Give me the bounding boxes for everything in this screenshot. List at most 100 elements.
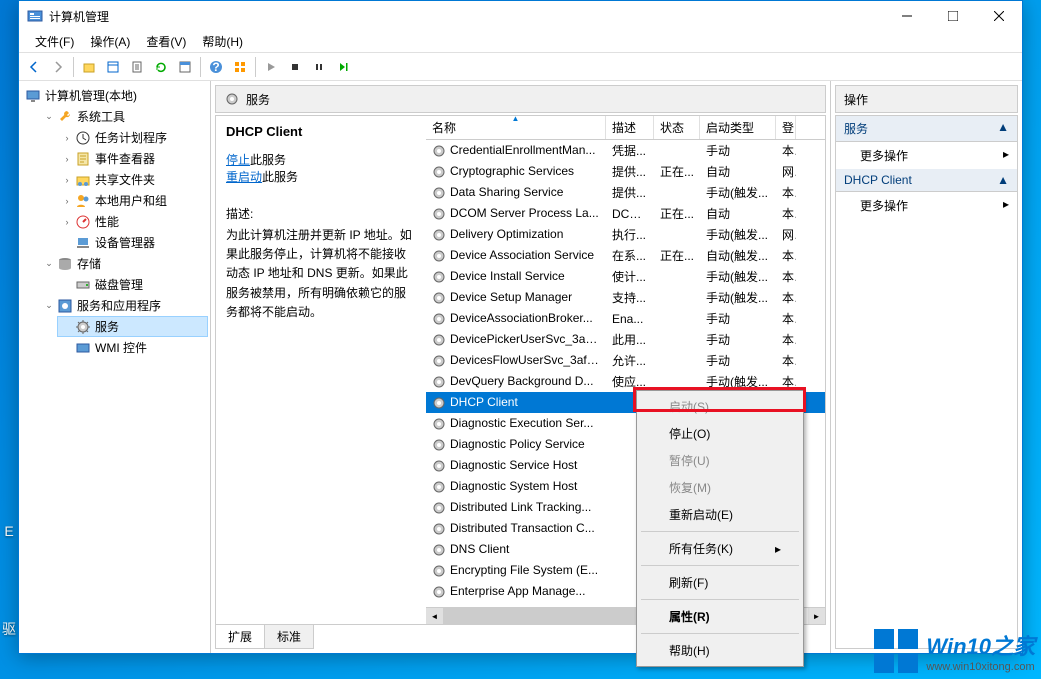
back-button[interactable] bbox=[23, 56, 45, 78]
minimize-button[interactable] bbox=[884, 1, 930, 31]
gear-icon bbox=[432, 333, 446, 347]
watermark-title: Win10之家 bbox=[926, 629, 1035, 661]
service-row[interactable]: Device Association Service在系...正在...自动(触… bbox=[426, 245, 825, 266]
menu-file[interactable]: 文件(F) bbox=[27, 31, 82, 52]
refresh-button[interactable] bbox=[150, 56, 172, 78]
event-icon bbox=[75, 151, 91, 167]
cm-stop[interactable]: 停止(O) bbox=[639, 420, 801, 447]
tree-event-viewer[interactable]: ›事件查看器 bbox=[57, 148, 208, 169]
tree-panel[interactable]: 计算机管理(本地) ⌄ 系统工具 ›任务计划程序 ›事件查看器 ›共享文件夹 ›… bbox=[19, 81, 211, 653]
col-login[interactable]: 登 bbox=[776, 116, 796, 139]
cm-help[interactable]: 帮助(H) bbox=[639, 637, 801, 664]
svg-text:?: ? bbox=[212, 60, 219, 74]
action-section-dhcp[interactable]: DHCP Client▲ bbox=[836, 169, 1017, 192]
col-startup[interactable]: 启动类型 bbox=[700, 116, 776, 139]
gear-icon bbox=[432, 228, 446, 242]
menu-help[interactable]: 帮助(H) bbox=[194, 31, 251, 52]
gear-icon bbox=[432, 186, 446, 200]
service-row[interactable]: DeviceAssociationBroker...Ena...手动本 bbox=[426, 308, 825, 329]
collapse-icon[interactable]: ⌄ bbox=[43, 111, 55, 123]
expand-icon[interactable]: › bbox=[61, 132, 73, 144]
forward-button[interactable] bbox=[47, 56, 69, 78]
service-row[interactable]: DevQuery Background D...使应...手动(触发...本 bbox=[426, 371, 825, 392]
export-button[interactable] bbox=[126, 56, 148, 78]
up-button[interactable] bbox=[78, 56, 100, 78]
stop-service-button[interactable] bbox=[284, 56, 306, 78]
service-row[interactable]: Data Sharing Service提供...手动(触发...本 bbox=[426, 182, 825, 203]
collapse-icon: ▲ bbox=[997, 173, 1009, 187]
properties-button[interactable] bbox=[174, 56, 196, 78]
service-row[interactable]: Delivery Optimization执行...手动(触发...网 bbox=[426, 224, 825, 245]
scroll-thumb[interactable] bbox=[443, 608, 662, 624]
cm-properties[interactable]: 属性(R) bbox=[639, 603, 801, 630]
service-row[interactable]: DCOM Server Process La...DCO...正在...自动本 bbox=[426, 203, 825, 224]
expand-icon[interactable]: › bbox=[61, 174, 73, 186]
close-button[interactable] bbox=[976, 1, 1022, 31]
tree-disk-management[interactable]: 磁盘管理 bbox=[57, 274, 208, 295]
service-row[interactable]: DevicePickerUserSvc_3af5e此用...手动本 bbox=[426, 329, 825, 350]
tree-system-tools[interactable]: ⌄ 系统工具 bbox=[39, 106, 208, 127]
tree-wmi[interactable]: WMI 控件 bbox=[57, 337, 208, 358]
tree-services-apps[interactable]: ⌄ 服务和应用程序 bbox=[39, 295, 208, 316]
help-button[interactable]: ? bbox=[205, 56, 227, 78]
tab-standard[interactable]: 标准 bbox=[264, 625, 314, 649]
main-window: 计算机管理 文件(F) 操作(A) 查看(V) 帮助(H) ? bbox=[18, 0, 1023, 654]
gear-icon bbox=[432, 354, 446, 368]
maximize-button[interactable] bbox=[930, 1, 976, 31]
menu-action[interactable]: 操作(A) bbox=[82, 31, 138, 52]
tree-shared-folders[interactable]: ›共享文件夹 bbox=[57, 169, 208, 190]
scroll-left-button[interactable]: ◄ bbox=[426, 608, 443, 624]
restart-service-button[interactable] bbox=[332, 56, 354, 78]
gear-icon bbox=[432, 270, 446, 284]
col-status[interactable]: 状态 bbox=[654, 116, 700, 139]
service-row[interactable]: Device Install Service使计...手动(触发...本 bbox=[426, 266, 825, 287]
gear-icon bbox=[432, 249, 446, 263]
collapse-icon[interactable]: ⌄ bbox=[43, 258, 55, 270]
tree-root[interactable]: 计算机管理(本地) bbox=[21, 85, 208, 106]
service-row[interactable]: CredentialEnrollmentMan...凭据...手动本 bbox=[426, 140, 825, 161]
view-button[interactable] bbox=[229, 56, 251, 78]
tab-extended[interactable]: 扩展 bbox=[215, 625, 265, 649]
expand-icon[interactable]: › bbox=[61, 216, 73, 228]
col-name[interactable]: 名称▲ bbox=[426, 116, 606, 139]
scroll-right-button[interactable]: ► bbox=[808, 608, 825, 624]
tree-performance[interactable]: ›性能 bbox=[57, 211, 208, 232]
titlebar[interactable]: 计算机管理 bbox=[19, 1, 1022, 31]
tree-task-scheduler[interactable]: ›任务计划程序 bbox=[57, 127, 208, 148]
cm-all-tasks[interactable]: 所有任务(K)▸ bbox=[639, 535, 801, 562]
tree-device-manager[interactable]: 设备管理器 bbox=[57, 232, 208, 253]
restart-link[interactable]: 重启动 bbox=[226, 170, 262, 184]
gear-icon bbox=[432, 165, 446, 179]
action-more-2[interactable]: 更多操作 ▸ bbox=[836, 192, 1017, 219]
cm-restart[interactable]: 重新启动(E) bbox=[639, 501, 801, 528]
expand-icon[interactable]: › bbox=[61, 195, 73, 207]
storage-icon bbox=[57, 256, 73, 272]
pause-service-button[interactable] bbox=[308, 56, 330, 78]
gear-icon bbox=[432, 312, 446, 326]
collapse-icon[interactable]: ⌄ bbox=[43, 300, 55, 312]
stop-link[interactable]: 停止 bbox=[226, 153, 250, 167]
gear-icon bbox=[432, 375, 446, 389]
tree-services[interactable]: 服务 bbox=[57, 316, 208, 337]
action-section-services[interactable]: 服务▲ bbox=[836, 116, 1017, 142]
expand-icon[interactable]: › bbox=[61, 153, 73, 165]
perf-icon bbox=[75, 214, 91, 230]
tree-local-users[interactable]: ›本地用户和组 bbox=[57, 190, 208, 211]
watermark: Win10之家 www.win10xitong.com bbox=[874, 629, 1035, 673]
cm-pause: 暂停(U) bbox=[639, 447, 801, 474]
cm-refresh[interactable]: 刷新(F) bbox=[639, 569, 801, 596]
menu-view[interactable]: 查看(V) bbox=[138, 31, 194, 52]
clock-icon bbox=[75, 130, 91, 146]
services-app-icon bbox=[57, 298, 73, 314]
desc-label: 描述: bbox=[226, 205, 416, 222]
start-service-button[interactable] bbox=[260, 56, 282, 78]
show-hide-button[interactable] bbox=[102, 56, 124, 78]
detail-pane: DHCP Client 停止此服务 重启动此服务 描述: 为此计算机注册并更新 … bbox=[216, 116, 426, 624]
col-desc[interactable]: 描述 bbox=[606, 116, 654, 139]
tree-storage[interactable]: ⌄ 存储 bbox=[39, 253, 208, 274]
service-row[interactable]: Cryptographic Services提供...正在...自动网 bbox=[426, 161, 825, 182]
service-row[interactable]: Device Setup Manager支持...手动(触发...本 bbox=[426, 287, 825, 308]
action-more-1[interactable]: 更多操作 ▸ bbox=[836, 142, 1017, 169]
service-row[interactable]: DevicesFlowUserSvc_3af5e允许...手动本 bbox=[426, 350, 825, 371]
gear-icon bbox=[432, 606, 446, 607]
